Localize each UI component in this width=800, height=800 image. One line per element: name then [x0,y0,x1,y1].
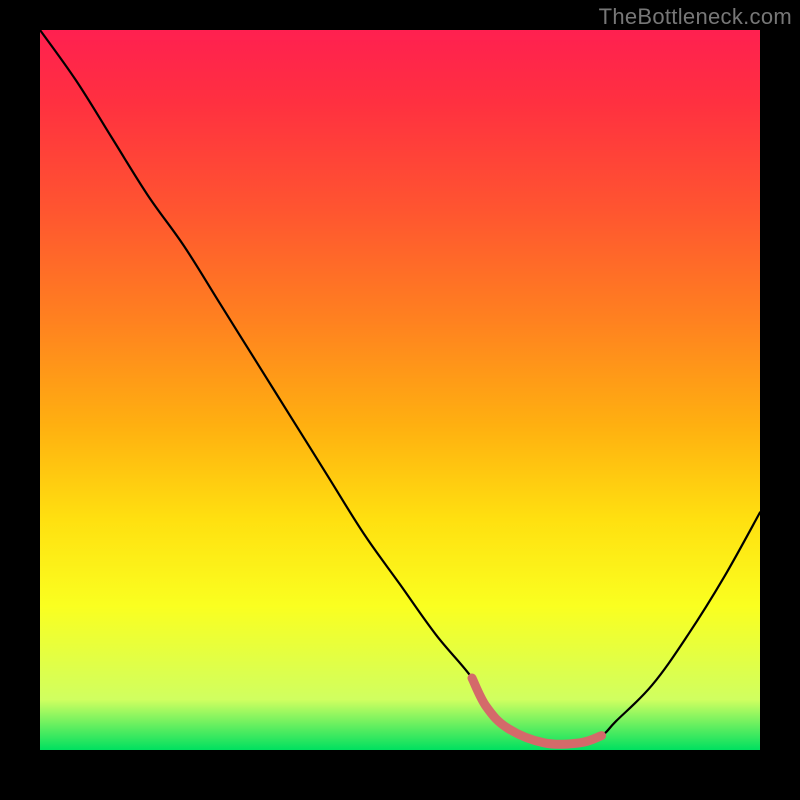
chart-svg [40,30,760,750]
attribution-label: TheBottleneck.com [599,4,792,30]
gradient-background [40,30,760,750]
chart-frame: TheBottleneck.com [0,0,800,800]
plot-area [40,30,760,750]
